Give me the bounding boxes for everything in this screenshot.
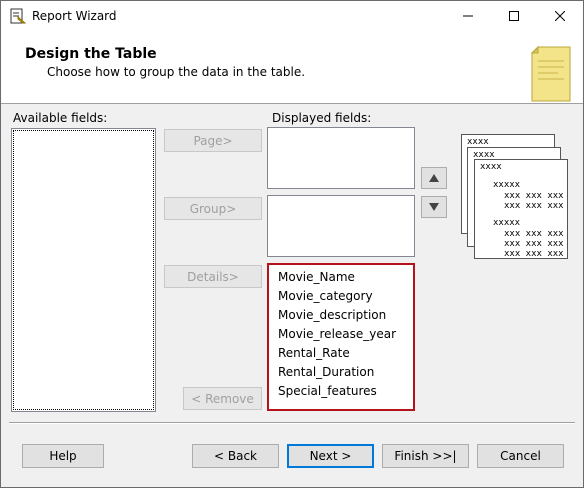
group-fields-list[interactable] (267, 195, 415, 257)
preview-row: xxx xxx xxx (504, 239, 564, 249)
remove-button[interactable]: < Remove (183, 387, 262, 410)
cancel-button[interactable]: Cancel (477, 444, 564, 468)
preview-group: xxxxx (493, 180, 521, 190)
maximize-button[interactable] (491, 1, 537, 31)
list-item[interactable]: Rental_Duration (278, 365, 374, 379)
preview-label: xxxx (467, 137, 489, 147)
move-up-button[interactable] (421, 167, 447, 189)
details-fields-list[interactable]: Movie_Name Movie_category Movie_descript… (267, 263, 415, 411)
available-fields-label: Available fields: (13, 111, 108, 125)
page-fields-list[interactable] (267, 127, 415, 189)
page-subtitle: Choose how to group the data in the tabl… (47, 65, 306, 79)
maximize-icon (509, 11, 519, 21)
list-item[interactable]: Rental_Rate (278, 346, 350, 360)
list-item[interactable]: Movie_release_year (278, 327, 396, 341)
back-button[interactable]: < Back (192, 444, 279, 468)
report-document-icon (530, 45, 571, 102)
available-fields-list[interactable] (11, 128, 156, 412)
preview-row: xxx xxx xxx (504, 229, 564, 239)
arrow-down-icon (429, 203, 439, 211)
list-item[interactable]: Movie_Name (278, 270, 355, 284)
preview-page-front: xxxx xxxxx xxx xxx xxx xxx xxx xxx xxxxx… (474, 159, 568, 259)
footer-divider (9, 422, 575, 424)
page-button[interactable]: Page> (164, 129, 262, 152)
report-wizard-app-icon (10, 8, 26, 24)
displayed-fields-label: Displayed fields: (272, 111, 372, 125)
close-button[interactable] (537, 1, 583, 31)
move-down-button[interactable] (421, 196, 447, 218)
close-icon (555, 11, 565, 21)
preview-row: xxx xxx xxx (504, 249, 564, 259)
window-title: Report Wizard (32, 9, 117, 23)
preview-row: xxx xxx xxx (504, 191, 564, 201)
list-item[interactable]: Movie_description (278, 308, 386, 322)
page-title: Design the Table (25, 46, 157, 62)
minimize-icon (463, 15, 473, 17)
arrow-up-icon (429, 174, 439, 182)
list-item[interactable]: Movie_category (278, 289, 373, 303)
wizard-header: Design the Table Choose how to group the… (1, 31, 583, 104)
preview-row: xxx xxx xxx (504, 201, 564, 211)
group-button[interactable]: Group> (164, 197, 262, 220)
details-button[interactable]: Details> (164, 265, 262, 288)
preview-label: xxxx (480, 162, 502, 172)
list-item[interactable]: Special_features (278, 384, 377, 398)
title-bar: Report Wizard (1, 1, 583, 31)
preview-group: xxxxx (493, 218, 521, 228)
help-button[interactable]: Help (22, 444, 104, 468)
finish-button[interactable]: Finish >>| (382, 444, 469, 468)
minimize-button[interactable] (445, 1, 491, 31)
next-button[interactable]: Next > (287, 444, 374, 468)
report-wizard-window: Report Wizard Design the Table Choose ho… (0, 0, 584, 488)
